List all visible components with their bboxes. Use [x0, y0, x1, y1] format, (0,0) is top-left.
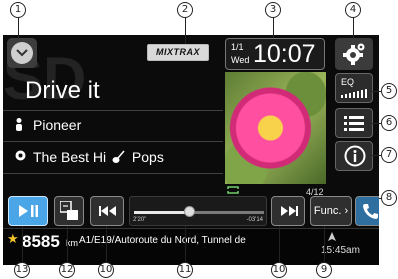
play-pause-button[interactable]	[8, 196, 48, 226]
genre-name: Pops	[131, 149, 164, 165]
eq-button[interactable]: EQ	[335, 73, 373, 103]
chevron-right-icon: ›	[344, 205, 349, 217]
callout-2: 2	[177, 2, 193, 18]
callout-8: 8	[381, 190, 397, 206]
callout-10-left: 10	[98, 262, 114, 278]
source-icon	[60, 201, 78, 220]
callout-leader	[372, 91, 381, 92]
nav-clock: 15:45am	[321, 245, 360, 256]
star-icon: ★	[7, 231, 19, 246]
clock-display: 1/1 Wed 10:07	[225, 38, 325, 70]
callout-10-right: 10	[271, 262, 287, 278]
seek-track	[134, 211, 264, 214]
seek-progress	[134, 211, 189, 214]
callout-12: 12	[59, 262, 75, 278]
mixtrax-button[interactable]: MIXTRAX	[147, 44, 209, 61]
next-track-button[interactable]	[271, 196, 305, 226]
eq-icon	[341, 89, 367, 98]
callout-leader	[106, 226, 107, 262]
album-row: The Best Hi Pops	[15, 148, 164, 166]
gear-icon	[343, 43, 365, 65]
callout-leader	[185, 18, 186, 44]
divider	[3, 141, 223, 142]
album-art	[225, 72, 326, 184]
seek-bar[interactable]: 2'20" -03'14	[129, 196, 267, 226]
next-icon	[281, 206, 298, 216]
callout-11: 11	[177, 262, 193, 278]
callout-leader	[22, 226, 23, 262]
navigation-icon	[328, 232, 336, 241]
divider	[3, 173, 223, 174]
callout-leader	[18, 18, 19, 38]
callout-6: 6	[381, 115, 397, 131]
list-icon	[344, 116, 364, 131]
settings-button[interactable]	[335, 38, 373, 70]
phone-button[interactable]	[355, 196, 379, 226]
distance-value: 8585	[22, 232, 60, 251]
callout-leader	[372, 123, 381, 124]
list-button[interactable]	[335, 108, 373, 138]
guitar-icon	[112, 150, 125, 163]
callout-leader	[324, 226, 325, 262]
track-title: Drive it	[25, 77, 100, 104]
artist-row: Pioneer	[16, 116, 82, 134]
function-button[interactable]: Func. ›	[310, 196, 352, 226]
street-name: A1/E19/Autoroute du Nord, Tunnel de	[79, 235, 246, 246]
elapsed-time: 2'20"	[133, 217, 147, 223]
callout-leader	[185, 226, 186, 262]
eq-label: EQ	[341, 77, 355, 87]
seek-knob[interactable]	[183, 206, 195, 217]
repeat-icon	[227, 186, 239, 194]
callout-leader	[372, 155, 381, 156]
album-icon	[15, 150, 26, 161]
album-name: The Best Hi	[33, 149, 107, 165]
callout-5: 5	[381, 83, 397, 99]
callout-1: 1	[10, 2, 26, 18]
clock-day: Wed	[231, 55, 250, 65]
callout-13: 13	[14, 262, 30, 278]
artist-name: Pioneer	[33, 117, 82, 133]
collapse-button[interactable]	[7, 38, 37, 68]
source-button[interactable]	[54, 196, 84, 226]
callout-leader	[279, 226, 280, 262]
play-pause-icon	[19, 205, 38, 217]
callout-7: 7	[381, 147, 397, 163]
person-icon	[16, 118, 22, 131]
previous-track-button[interactable]	[90, 196, 124, 226]
callout-9: 9	[316, 262, 332, 278]
callout-3: 3	[265, 2, 281, 18]
clock-date: 1/1	[231, 42, 244, 52]
info-icon	[344, 145, 366, 167]
remaining-time: -03'14	[246, 217, 264, 223]
func-label: Func.	[313, 205, 342, 217]
callout-leader	[353, 18, 354, 38]
callout-leader	[273, 18, 274, 38]
chevron-down-icon	[11, 42, 33, 64]
previous-icon	[99, 206, 116, 216]
clock-time: 10:07	[253, 40, 316, 68]
callout-4: 4	[345, 2, 361, 18]
navigation-bar[interactable]: ★ 8585 km A1/E19/Autoroute du Nord, Tunn…	[3, 228, 379, 265]
head-unit-screen: SD MIXTRAX 1/1 Wed 10:07 EQ Drive it Pio…	[3, 35, 379, 265]
info-button[interactable]	[335, 141, 373, 171]
divider	[3, 110, 223, 111]
phone-icon	[363, 204, 378, 219]
callout-leader	[67, 226, 68, 262]
